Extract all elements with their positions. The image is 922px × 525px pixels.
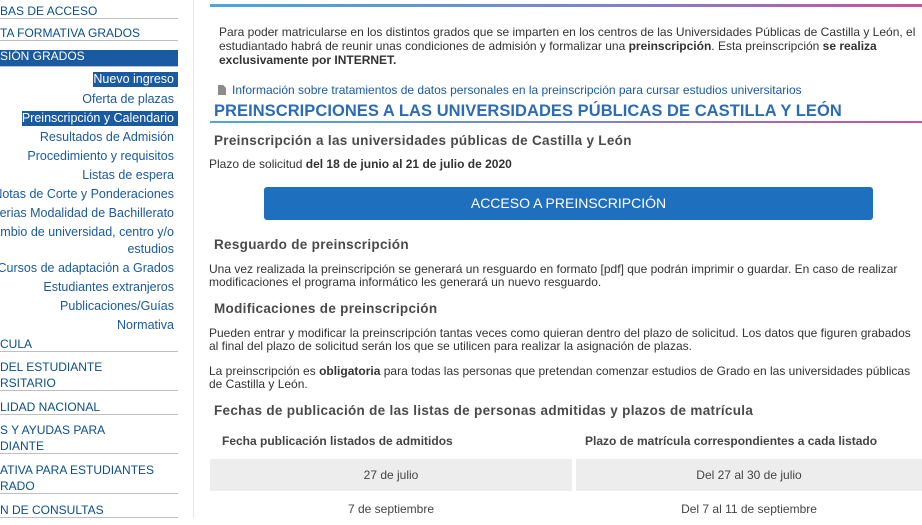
sidebar-subitem-listas-espera[interactable]: Listas de espera bbox=[82, 168, 174, 183]
sidebar-subitem-nuevo-ingreso[interactable]: Nuevo ingreso bbox=[93, 72, 178, 87]
page-heading: PREINSCRIPCIONES A LAS UNIVERSIDADES PÚB… bbox=[214, 102, 842, 120]
sidebar-item-normativa-estudiantes-cont[interactable]: RADO bbox=[0, 480, 178, 494]
access-preinscription-button[interactable]: ACCESO A PREINSCRIPCIÓN bbox=[264, 187, 873, 220]
mandatory-text: La preinscripción es obligatoria para to… bbox=[209, 365, 922, 391]
document-icon bbox=[218, 85, 226, 95]
sidebar-subitem-resultados-admision[interactable]: Resultados de Admisión bbox=[40, 130, 174, 145]
intro-bold-preinscripcion: preinscripción bbox=[628, 39, 712, 53]
sidebar-item-label: TA FORMATIVA GRADOS bbox=[0, 26, 141, 40]
sidebar-item-oferta-formativa[interactable]: TA FORMATIVA GRADOS bbox=[0, 27, 178, 41]
sidebar-item-label: RSITARIO bbox=[0, 376, 56, 390]
sidebar-item-label: SIÓN GRADOS bbox=[0, 49, 85, 63]
table-header-fecha: Fecha publicación listados de admitidos bbox=[222, 434, 453, 448]
sidebar-subitem-notas-corte[interactable]: Notas de Corte y Ponderaciones bbox=[0, 187, 174, 202]
sidebar-item-label: ATIVA PARA ESTUDIANTES bbox=[0, 463, 155, 477]
sidebar-subitem-normativa[interactable]: Normativa bbox=[117, 318, 174, 333]
sidebar-item-pruebas-acceso[interactable]: BAS DE ACCESO bbox=[0, 5, 178, 19]
deadline-value: del 18 de junio al 21 de julio de 2020 bbox=[305, 157, 512, 171]
sidebar-item-label: CULA bbox=[0, 337, 33, 351]
section-title-preinscripcion: Preinscripción a las universidades públi… bbox=[214, 133, 632, 148]
section-title-resguardo: Resguardo de preinscripción bbox=[214, 237, 409, 252]
section-title-fechas: Fechas de publicación de las listas de p… bbox=[214, 403, 754, 418]
modifications-text: Pueden entrar y modificar la preinscripc… bbox=[209, 326, 911, 353]
sidebar-item-label: RADO bbox=[0, 479, 35, 493]
table-cell: 27 de julio bbox=[210, 459, 572, 491]
top-gradient-divider bbox=[210, 4, 922, 7]
receipt-text: Una vez realizada la preinscripción se g… bbox=[209, 262, 898, 289]
intro-text-part: . Esta preinscripción bbox=[711, 39, 823, 53]
mandatory-text-part: La preinscripción es bbox=[209, 364, 320, 378]
sidebar-item-label: LIDAD NACIONAL bbox=[0, 400, 101, 414]
sidebar-nav: BAS DE ACCESO TA FORMATIVA GRADOS SIÓN G… bbox=[0, 0, 178, 518]
sidebar-item-label: DIANTE bbox=[0, 439, 45, 453]
sidebar-item-becas[interactable]: S Y AYUDAS PARA bbox=[0, 424, 178, 437]
sidebar-item-becas-cont[interactable]: DIANTE bbox=[0, 440, 178, 454]
sidebar-item-normativa-estudiantes[interactable]: ATIVA PARA ESTUDIANTES bbox=[0, 464, 178, 477]
sidebar-subitem-procedimiento[interactable]: Procedimiento y requisitos bbox=[27, 149, 174, 164]
sidebar-subitem-preinscripcion-calendario[interactable]: Preinscripción y Calendario bbox=[21, 111, 178, 126]
table-cell: 7 de septiembre bbox=[347, 502, 435, 516]
sidebar-subitem-estudiantes-extranjeros[interactable]: Estudiantes extranjeros bbox=[43, 280, 174, 295]
sidebar-subitem-publicaciones[interactable]: Publicaciones/Guías bbox=[60, 299, 174, 314]
main-content: Para poder matricularse en los distintos… bbox=[196, 0, 922, 518]
sidebar-subitem-materias-modalidad[interactable]: aterias Modalidad de Bachillerato bbox=[0, 206, 174, 221]
sidebar-item-admision-grados[interactable]: SIÓN GRADOS bbox=[0, 50, 178, 67]
privacy-info-link-text[interactable]: Información sobre tratamientos de datos … bbox=[232, 83, 802, 97]
intro-text: Para poder matricularse en los distintos… bbox=[219, 25, 921, 67]
heading-gradient-divider bbox=[210, 121, 922, 123]
sidebar-subitem-cursos-adaptacion[interactable]: Cursos de adaptación a Grados bbox=[0, 261, 174, 276]
sidebar-item-defensor-cont[interactable]: RSITARIO bbox=[0, 377, 178, 391]
deadline-prefix: Plazo de solicitud bbox=[209, 157, 306, 171]
sidebar-subitem-cambio-universidad[interactable]: ambio de universidad, centro y/o bbox=[0, 225, 174, 240]
mandatory-bold: obligatoria bbox=[319, 364, 381, 378]
sidebar-item-buzon[interactable]: N DE CONSULTAS bbox=[0, 504, 178, 518]
sidebar-item-movilidad[interactable]: LIDAD NACIONAL bbox=[0, 401, 178, 415]
sidebar-divider bbox=[193, 0, 194, 518]
table-cell: Del 27 al 30 de julio bbox=[576, 459, 922, 491]
sidebar-item-label: DEL ESTUDIANTE bbox=[0, 360, 103, 374]
table-header-plazo: Plazo de matrícula correspondientes a ca… bbox=[585, 434, 878, 448]
section-title-modificaciones: Modificaciones de preinscripción bbox=[214, 301, 438, 316]
deadline-text: Plazo de solicitud del 18 de junio al 21… bbox=[209, 158, 922, 171]
privacy-info-link[interactable]: Información sobre tratamientos de datos … bbox=[218, 83, 802, 97]
table-cell: Del 7 al 11 de septiembre bbox=[681, 502, 817, 516]
sidebar-subitem-cambio-universidad-cont[interactable]: estudios bbox=[127, 242, 174, 257]
sidebar-item-label: S Y AYUDAS PARA bbox=[0, 423, 106, 437]
sidebar-item-matricula[interactable]: CULA bbox=[0, 338, 178, 352]
sidebar-item-label: N DE CONSULTAS bbox=[0, 503, 104, 517]
sidebar-item-label: BAS DE ACCESO bbox=[0, 4, 98, 18]
sidebar-subitem-oferta-plazas[interactable]: Oferta de plazas bbox=[82, 92, 174, 107]
sidebar-item-defensor[interactable]: DEL ESTUDIANTE bbox=[0, 361, 178, 374]
